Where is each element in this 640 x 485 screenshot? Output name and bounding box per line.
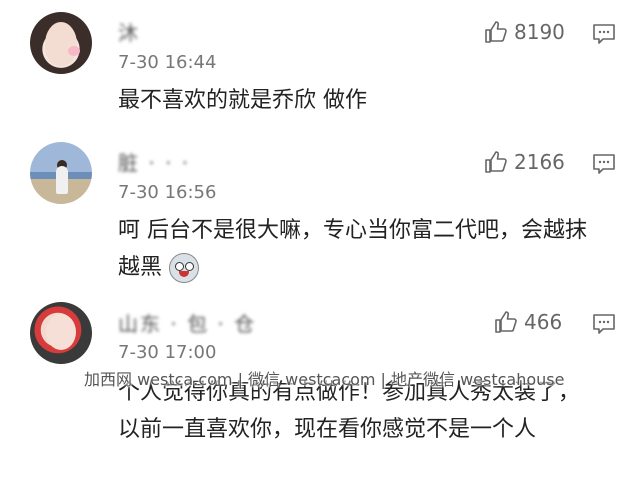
like-button[interactable]: 466	[494, 310, 562, 334]
comment-reply-icon[interactable]	[592, 153, 616, 175]
user-avatar[interactable]	[30, 12, 92, 74]
username[interactable]: 沐	[118, 17, 140, 46]
comment-time: 7-30 16:56	[118, 182, 217, 203]
like-button[interactable]: 2166	[484, 150, 565, 174]
user-avatar[interactable]	[30, 302, 92, 364]
like-count: 2166	[514, 150, 565, 174]
username[interactable]: 脏 · · ·	[118, 147, 190, 176]
thumbs-up-icon	[485, 151, 507, 173]
thumbs-up-icon	[495, 311, 517, 333]
comment-time: 7-30 17:00	[118, 342, 217, 363]
comment-time: 7-30 16:44	[118, 52, 217, 73]
watermark: 加西网 westca.com | 微信 westcacom | 地产微信 wes…	[84, 370, 565, 389]
shocked-face-emoji-icon	[169, 253, 200, 283]
thumbs-up-icon	[485, 21, 507, 43]
like-count: 466	[524, 310, 563, 334]
like-button[interactable]: 8190	[484, 20, 565, 44]
comment-text: 最不喜欢的就是乔欣 做作	[118, 88, 367, 113]
comment-reply-icon[interactable]	[592, 313, 616, 335]
comment-reply-icon[interactable]	[592, 23, 616, 45]
username[interactable]: 山东 · 包 · 仓	[118, 308, 256, 337]
like-count: 8190	[514, 20, 565, 44]
comment-text: 呵 后台不是很大嘛，专心当你富二代吧，会越抹越黑	[118, 212, 608, 286]
user-avatar[interactable]	[30, 142, 92, 204]
